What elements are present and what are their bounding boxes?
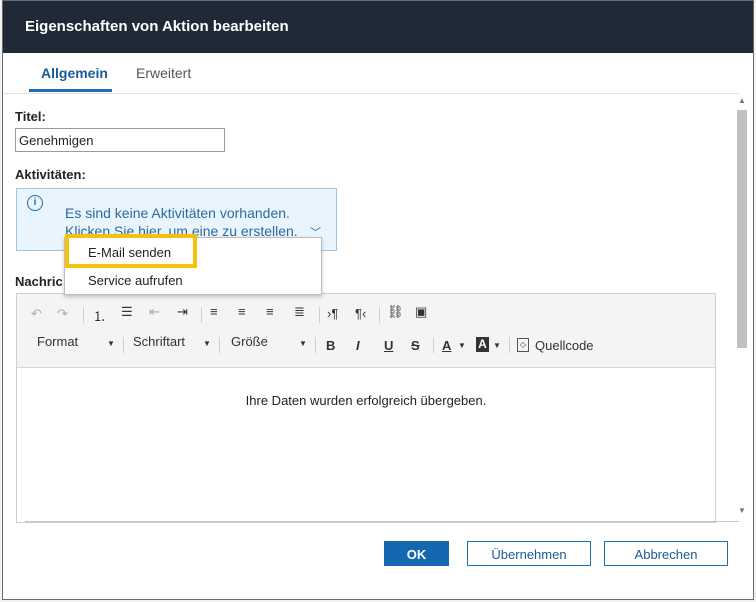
chevron-down-icon[interactable]: ▼ — [493, 341, 501, 350]
ok-button[interactable]: OK — [384, 541, 449, 566]
message-label: Nachric — [15, 274, 63, 289]
info-icon: i — [27, 195, 43, 211]
footer-divider — [25, 521, 739, 522]
scroll-up-icon[interactable]: ▲ — [738, 96, 746, 105]
scrollbar-thumb[interactable] — [737, 110, 747, 348]
toolbar-divider — [123, 337, 124, 353]
toolbar-divider — [219, 337, 220, 353]
tab-divider — [3, 93, 739, 94]
notice-text: Es sind keine Aktivitäten vorhanden. Kli… — [65, 204, 298, 240]
menu-item-send-email[interactable]: E-Mail senden — [88, 245, 171, 260]
tab-bar: Allgemein Erweitert — [3, 53, 753, 93]
background-color-button[interactable]: A — [476, 337, 489, 352]
toolbar-divider — [83, 307, 84, 323]
source-code-button[interactable]: Quellcode — [535, 338, 594, 353]
align-right-icon[interactable]: ≡ — [266, 304, 274, 319]
tab-advanced[interactable]: Erweitert — [136, 65, 191, 81]
chevron-down-icon: ▼ — [107, 339, 115, 348]
size-select[interactable]: Größe ▼ — [231, 334, 307, 349]
redo-icon[interactable]: ↷ — [57, 306, 68, 322]
chevron-down-icon[interactable]: ▼ — [458, 341, 466, 350]
apply-button[interactable]: Übernehmen — [467, 541, 591, 566]
rtl-icon[interactable]: ¶‹ — [355, 306, 366, 321]
toolbar-divider — [509, 337, 510, 353]
edit-action-dialog: Eigenschaften von Aktion bearbeiten Allg… — [2, 0, 754, 600]
toolbar-divider — [201, 307, 202, 323]
activities-label: Aktivitäten: — [15, 167, 86, 182]
tab-general[interactable]: Allgemein — [41, 65, 108, 81]
editor-toolbar: ↶ ↷ ⒈ ☰ ⇤ ⇥ ≡ ≡ ≡ ≣ ›¶ ¶‹ ⛓ ▣ Format ▼ S… — [17, 294, 715, 368]
vertical-scrollbar[interactable]: ▲ ▼ — [735, 94, 749, 515]
align-center-icon[interactable]: ≡ — [238, 304, 246, 319]
format-label: Format — [37, 334, 79, 349]
cancel-button[interactable]: Abbrechen — [604, 541, 728, 566]
indent-icon[interactable]: ⇥ — [177, 304, 188, 320]
active-tab-indicator — [29, 89, 112, 92]
outdent-icon[interactable]: ⇤ — [149, 304, 160, 320]
title-label: Titel: — [15, 109, 46, 124]
title-input[interactable] — [15, 128, 225, 152]
numbered-list-icon[interactable]: ⒈ — [93, 306, 106, 325]
rich-text-editor: ↶ ↷ ⒈ ☰ ⇤ ⇥ ≡ ≡ ≡ ≣ ›¶ ¶‹ ⛓ ▣ Format ▼ S… — [16, 293, 716, 523]
format-select[interactable]: Format ▼ — [37, 334, 115, 349]
dialog-title: Eigenschaften von Aktion bearbeiten — [3, 1, 753, 53]
chevron-down-icon: ▼ — [299, 339, 307, 348]
undo-icon[interactable]: ↶ — [31, 306, 42, 322]
scroll-down-icon[interactable]: ▼ — [738, 506, 746, 515]
image-icon[interactable]: ▣ — [415, 304, 427, 320]
strikethrough-button[interactable]: S — [411, 338, 420, 353]
underline-button[interactable]: U — [384, 338, 393, 353]
font-label: Schriftart — [133, 334, 186, 349]
toolbar-divider — [379, 307, 380, 323]
align-left-icon[interactable]: ≡ — [210, 304, 218, 319]
activity-type-menu: E-Mail senden Service aufrufen — [64, 237, 322, 295]
text-color-button[interactable]: A — [442, 338, 451, 353]
font-select[interactable]: Schriftart ▼ — [133, 334, 211, 349]
align-justify-icon[interactable]: ≣ — [294, 304, 305, 320]
menu-item-call-service[interactable]: Service aufrufen — [88, 273, 183, 288]
italic-button[interactable]: I — [356, 338, 360, 353]
toolbar-divider — [433, 337, 434, 353]
toolbar-divider — [315, 337, 316, 353]
bullet-list-icon[interactable]: ☰ — [121, 304, 133, 320]
ltr-icon[interactable]: ›¶ — [327, 306, 338, 321]
link-icon[interactable]: ⛓ — [387, 304, 404, 320]
chevron-down-icon: ▼ — [203, 339, 211, 348]
size-label: Größe — [231, 334, 268, 349]
toolbar-divider — [319, 307, 320, 323]
source-code-icon[interactable]: ◇ — [517, 338, 529, 352]
editor-content[interactable]: Ihre Daten wurden erfolgreich übergeben. — [17, 393, 715, 408]
bold-button[interactable]: B — [326, 338, 335, 353]
notice-line-1: Es sind keine Aktivitäten vorhanden. — [65, 205, 290, 221]
